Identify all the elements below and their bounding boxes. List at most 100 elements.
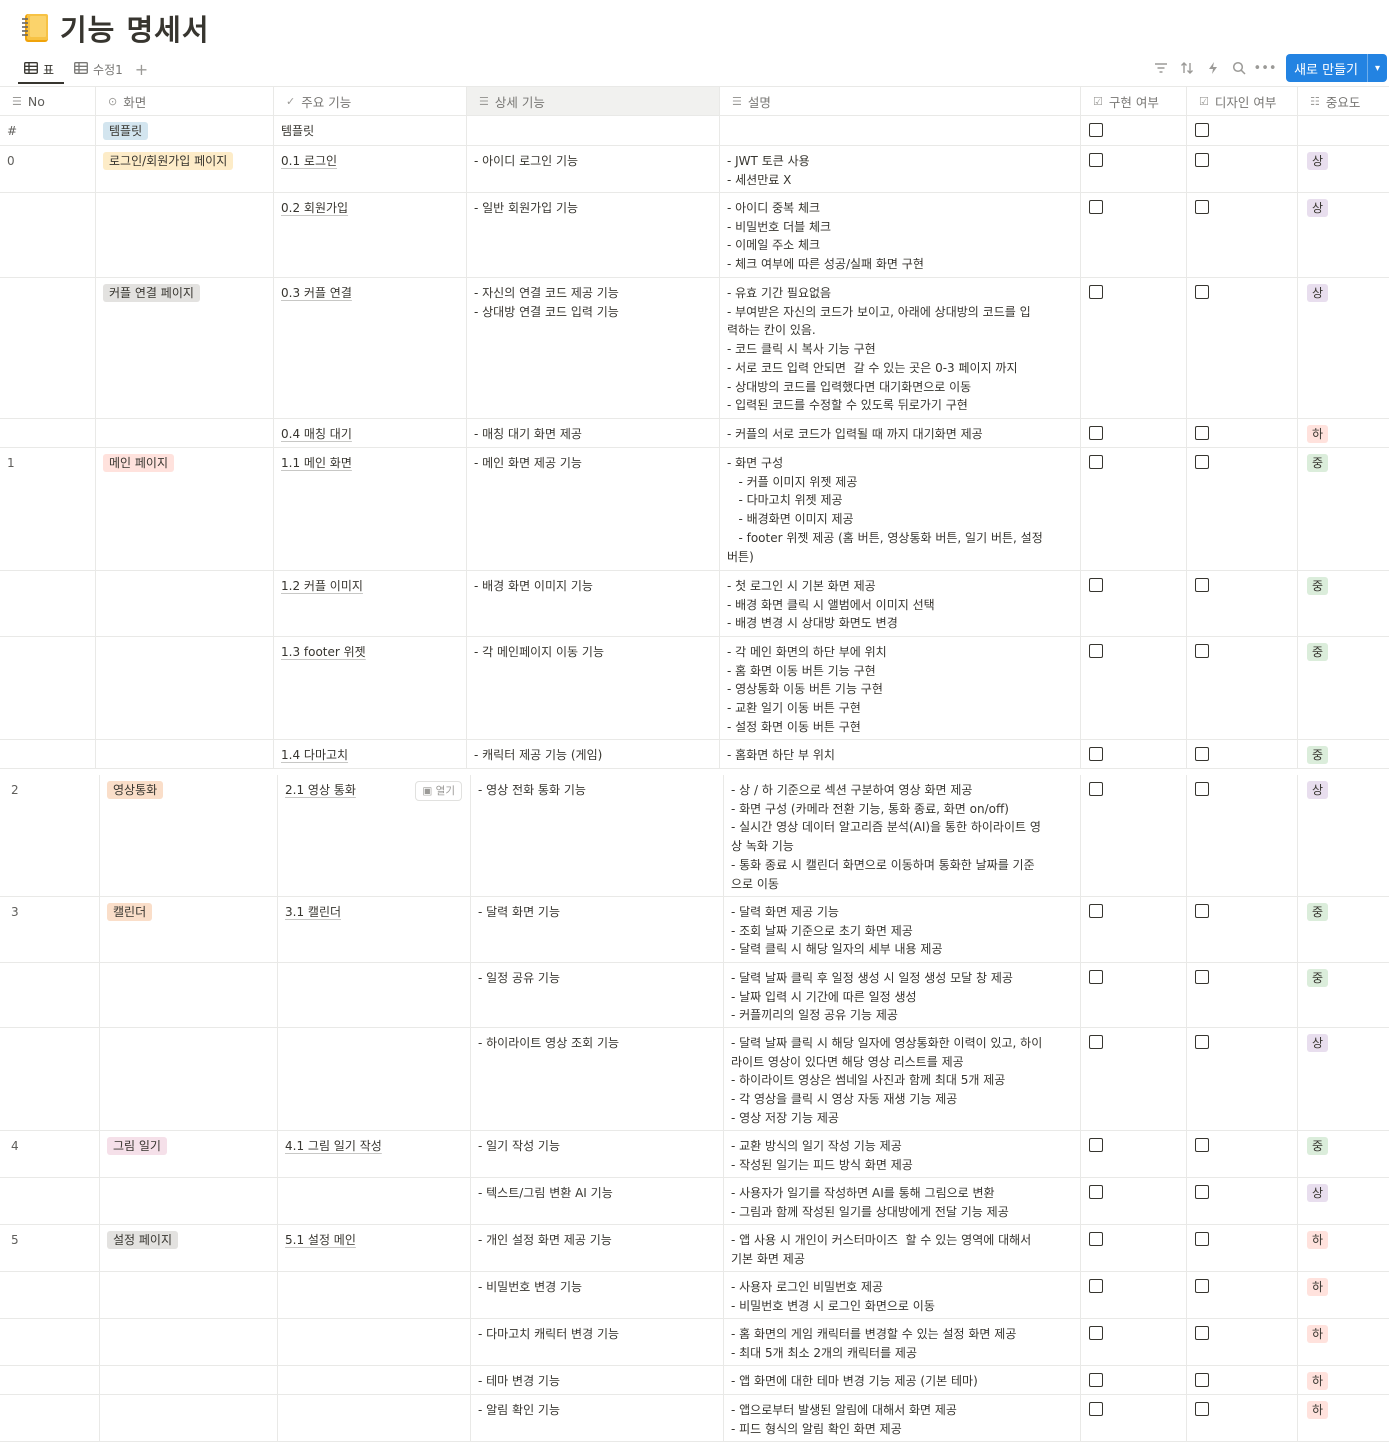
implemented-checkbox[interactable] (1089, 1279, 1103, 1293)
cell-no[interactable] (0, 571, 96, 636)
cell-design[interactable] (1187, 193, 1298, 277)
cell-priority[interactable]: 중 (1298, 963, 1389, 1027)
cell-priority[interactable]: 하 (1298, 1395, 1389, 1441)
cell-screen[interactable]: 커플 연결 페이지 (96, 278, 274, 418)
column-header-detail[interactable]: ☰ 상세 기능 (467, 87, 720, 115)
cell-design[interactable] (1187, 740, 1298, 768)
cell-priority[interactable]: 상 (1298, 278, 1389, 418)
table-row[interactable]: 2 영상통화 ▣ 열기 2.1 영상 통화 - 영상 전화 통화 기능 - 상 / 하 기… (0, 775, 1389, 897)
cell-description[interactable]: - 사용자 로그인 비밀번호 제공 - 비밀번호 변경 시 로그인 화면으로 이동 (724, 1272, 1081, 1318)
cell-main-feature[interactable]: 1.3 footer 위젯 (274, 637, 467, 739)
cell-description[interactable]: - 유효 기간 필요없음 - 부여받은 자신의 코드가 보이고, 아래에 상대방의… (720, 278, 1081, 418)
cell-implemented[interactable] (1081, 1366, 1187, 1394)
cell-design[interactable] (1187, 146, 1298, 192)
cell-priority[interactable]: 하 (1298, 1319, 1389, 1365)
cell-implemented[interactable] (1081, 571, 1187, 636)
design-checkbox[interactable] (1195, 1232, 1209, 1246)
implemented-checkbox[interactable] (1089, 782, 1103, 796)
column-header-priority[interactable]: ☷ 중요도 (1298, 87, 1389, 115)
design-checkbox[interactable] (1195, 1279, 1209, 1293)
implemented-checkbox[interactable] (1089, 200, 1103, 214)
cell-main-feature[interactable]: 0.4 매칭 대기 (274, 419, 467, 447)
cell-design[interactable] (1187, 963, 1298, 1027)
cell-design[interactable] (1187, 571, 1298, 636)
main-feature-title[interactable]: 3.1 캘린더 (285, 905, 341, 919)
cell-priority[interactable]: 하 (1298, 1225, 1389, 1271)
cell-description[interactable]: - 상 / 하 기준으로 섹션 구분하여 영상 화면 제공 - 화면 구성 (카메… (724, 775, 1081, 896)
cell-no[interactable] (0, 193, 96, 277)
main-feature-title[interactable]: 1.4 다마고치 (281, 748, 348, 762)
cell-implemented[interactable] (1081, 1225, 1187, 1271)
page-title[interactable]: 기능 명세서 (60, 7, 210, 49)
search-icon[interactable] (1226, 55, 1252, 81)
cell-main-feature[interactable] (278, 1395, 471, 1441)
cell-priority[interactable]: 하 (1298, 419, 1389, 447)
cell-implemented[interactable] (1081, 1178, 1187, 1224)
cell-detail[interactable]: - 자신의 연결 코드 제공 기능 - 상대방 연결 코드 입력 기능 (467, 278, 720, 418)
column-header-desc[interactable]: ☰ 설명 (720, 87, 1081, 115)
cell-design[interactable] (1187, 1131, 1298, 1177)
open-button[interactable]: ▣ 열기 (415, 781, 462, 801)
filter-icon[interactable] (1148, 55, 1174, 81)
cell-implemented[interactable] (1081, 963, 1187, 1027)
cell-design[interactable] (1187, 116, 1298, 145)
cell-implemented[interactable] (1081, 775, 1187, 896)
cell-no[interactable] (0, 1366, 100, 1394)
cell-main-feature[interactable]: ▣ 열기 2.1 영상 통화 (278, 775, 471, 896)
cell-priority[interactable]: 중 (1298, 637, 1389, 739)
cell-detail[interactable]: - 배경 화면 이미지 기능 (467, 571, 720, 636)
cell-implemented[interactable] (1081, 740, 1187, 768)
cell-implemented[interactable] (1081, 1395, 1187, 1441)
design-checkbox[interactable] (1195, 455, 1209, 469)
table-row[interactable]: - 알림 확인 기능 - 앱으로부터 발생된 알림에 대해서 화면 제공 - 피드 … (0, 1395, 1389, 1442)
column-header-screen[interactable]: ⊙ 화면 (96, 87, 274, 115)
cell-main-feature[interactable] (278, 1272, 471, 1318)
design-checkbox[interactable] (1195, 153, 1209, 167)
automation-icon[interactable] (1200, 55, 1226, 81)
cell-priority[interactable]: 상 (1298, 1028, 1389, 1130)
main-feature-title[interactable]: 4.1 그림 일기 작성 (285, 1139, 382, 1153)
cell-design[interactable] (1187, 897, 1298, 962)
implemented-checkbox[interactable] (1089, 455, 1103, 469)
implemented-checkbox[interactable] (1089, 747, 1103, 761)
cell-screen[interactable] (100, 1178, 278, 1224)
cell-detail[interactable]: - 각 메인페이지 이동 기능 (467, 637, 720, 739)
implemented-checkbox[interactable] (1089, 1035, 1103, 1049)
cell-implemented[interactable] (1081, 448, 1187, 570)
cell-description[interactable]: - 각 메인 화면의 하단 부에 위치 - 홈 화면 이동 버튼 기능 구현 - 영… (720, 637, 1081, 739)
cell-implemented[interactable] (1081, 1319, 1187, 1365)
cell-screen[interactable]: 로그인/회원가입 페이지 (96, 146, 274, 192)
cell-main-feature[interactable]: 1.1 메인 화면 (274, 448, 467, 570)
cell-description[interactable]: - 사용자가 일기를 작성하면 AI를 통해 그림으로 변환 - 그림과 함께 작… (724, 1178, 1081, 1224)
cell-design[interactable] (1187, 1028, 1298, 1130)
cell-main-feature[interactable]: 템플릿 (274, 116, 467, 145)
tab-edit1[interactable]: 수정1 (68, 56, 129, 82)
cell-main-feature[interactable]: 0.3 커플 연결 (274, 278, 467, 418)
cell-main-feature[interactable] (278, 963, 471, 1027)
cell-design[interactable] (1187, 1366, 1298, 1394)
design-checkbox[interactable] (1195, 782, 1209, 796)
cell-design[interactable] (1187, 1225, 1298, 1271)
cell-description[interactable] (720, 116, 1081, 145)
cell-description[interactable]: - 앱 화면에 대한 테마 변경 기능 제공 (기본 테마) (724, 1366, 1081, 1394)
cell-detail[interactable]: - 테마 변경 기능 (471, 1366, 724, 1394)
table-row[interactable]: 3 캘린더 3.1 캘린더 - 달력 화면 기능 - 달력 화면 제공 기능 - 조회 날… (0, 897, 1389, 963)
cell-no[interactable]: 3 (0, 897, 100, 962)
design-checkbox[interactable] (1195, 1326, 1209, 1340)
implemented-checkbox[interactable] (1089, 644, 1103, 658)
cell-detail[interactable]: - 개인 설정 화면 제공 기능 (471, 1225, 724, 1271)
sort-icon[interactable] (1174, 55, 1200, 81)
main-feature-title[interactable]: 0.2 회원가입 (281, 201, 348, 215)
column-header-no[interactable]: ☰ No (0, 87, 96, 115)
table-row[interactable]: - 테마 변경 기능 - 앱 화면에 대한 테마 변경 기능 제공 (기본 테마)… (0, 1366, 1389, 1395)
design-checkbox[interactable] (1195, 1185, 1209, 1199)
implemented-checkbox[interactable] (1089, 1185, 1103, 1199)
design-checkbox[interactable] (1195, 123, 1209, 137)
table-row[interactable]: 1.3 footer 위젯 - 각 메인페이지 이동 기능 - 각 메인 화면의 하… (0, 637, 1389, 740)
implemented-checkbox[interactable] (1089, 1138, 1103, 1152)
cell-implemented[interactable] (1081, 1028, 1187, 1130)
cell-screen[interactable]: 그림 일기 (100, 1131, 278, 1177)
cell-screen[interactable]: 캘린더 (100, 897, 278, 962)
cell-no[interactable] (0, 1178, 100, 1224)
design-checkbox[interactable] (1195, 578, 1209, 592)
